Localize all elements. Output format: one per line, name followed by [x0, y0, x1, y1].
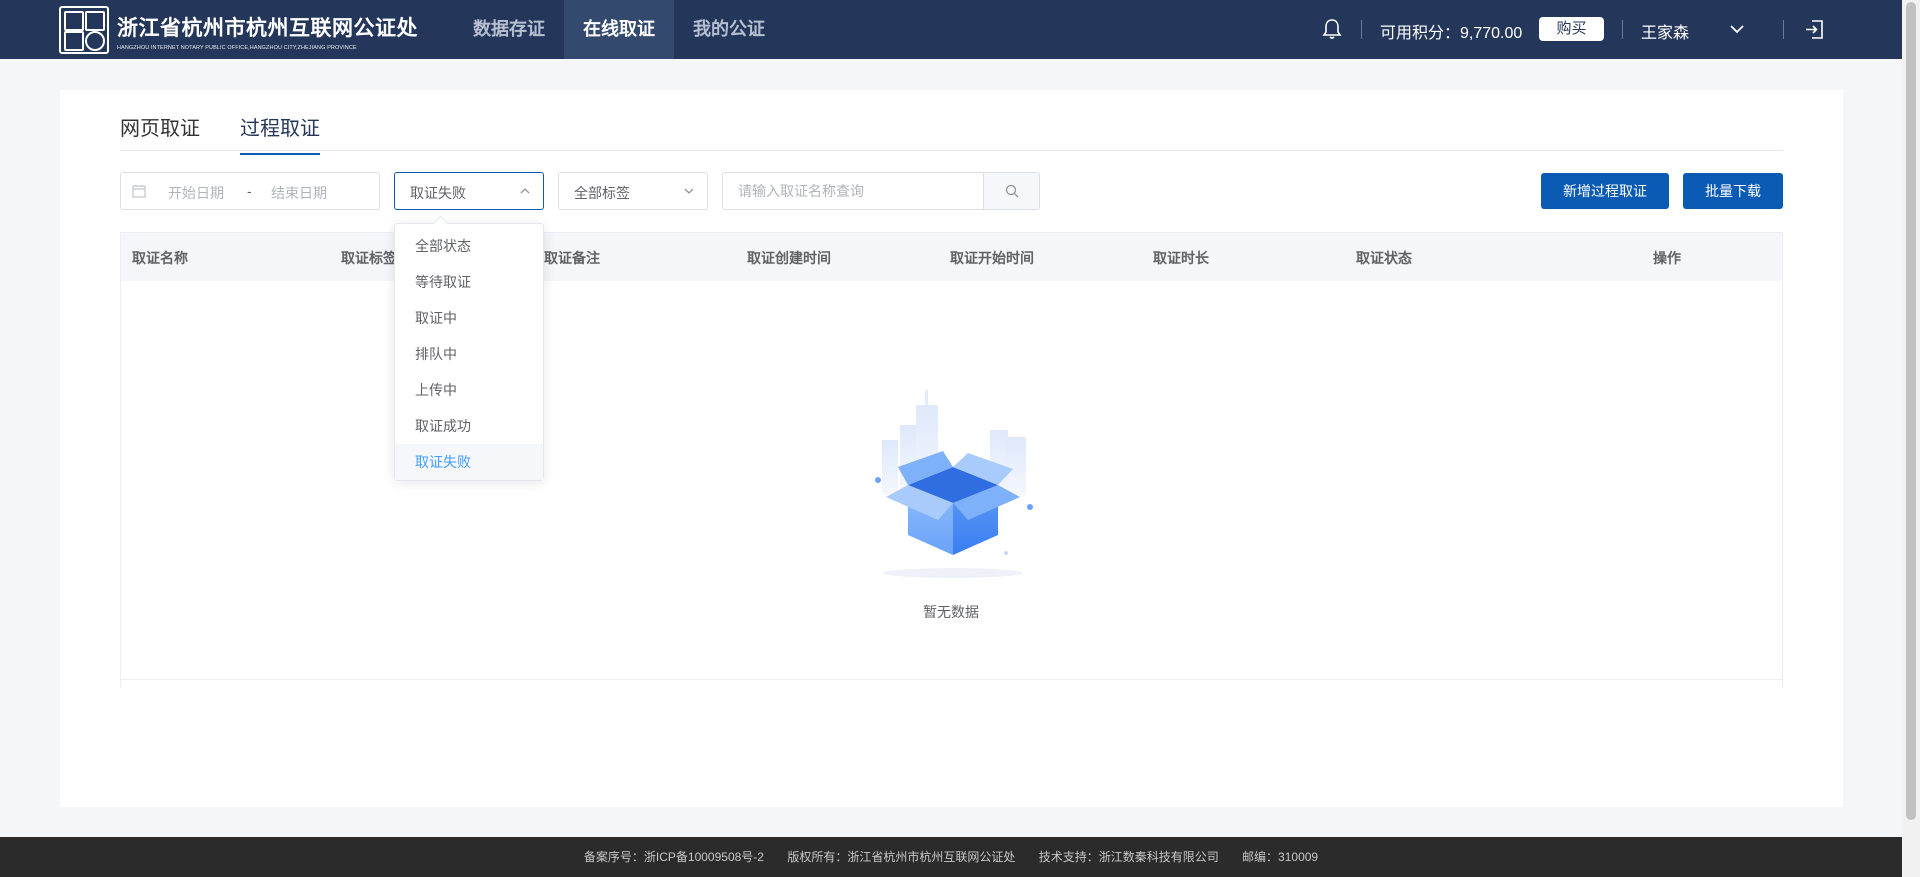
start-date-input[interactable]: 开始日期	[168, 183, 224, 203]
nav-online-evidence[interactable]: 在线取证	[564, 0, 674, 59]
chevron-down-icon	[684, 188, 694, 194]
date-separator: -	[247, 183, 252, 199]
calendar-icon	[132, 185, 146, 198]
status-option-selected[interactable]: 取证失败	[395, 444, 543, 480]
main-nav: 数据存证 在线取证 我的公证	[454, 0, 784, 59]
header-divider	[1622, 20, 1623, 39]
column-header: 取证开始时间	[950, 250, 1034, 266]
table-bottom-border	[121, 679, 1782, 680]
tag-select-value: 全部标签	[574, 185, 630, 201]
status-select-value: 取证失败	[410, 185, 466, 201]
search-button[interactable]	[983, 173, 1039, 209]
footer-postcode: 邮编：310009	[1242, 850, 1319, 864]
status-option[interactable]: 上传中	[395, 372, 543, 408]
column-header: 取证名称	[132, 250, 188, 266]
empty-state-text: 暂无数据	[923, 604, 979, 620]
column-header: 取证备注	[544, 250, 600, 266]
add-process-evidence-button[interactable]: 新增过程取证	[1541, 173, 1669, 209]
bell-icon[interactable]	[1322, 18, 1342, 40]
table-header: 取证名称 取证标签 取证备注 取证创建时间 取证开始时间 取证时长 取证状态 操…	[121, 233, 1782, 281]
tabs-divider	[120, 150, 1783, 151]
header-divider	[1361, 20, 1362, 39]
available-points: 可用积分：9,770.00	[1380, 25, 1523, 42]
search-input[interactable]	[723, 173, 983, 209]
column-header: 取证标签	[341, 250, 397, 266]
header-divider	[1783, 20, 1784, 39]
column-header: 取证创建时间	[747, 250, 831, 266]
footer-icp[interactable]: 备案序号：浙ICP备10009508号-2	[584, 850, 764, 864]
status-dropdown: 全部状态 等待取证 取证中 排队中 上传中 取证成功 取证失败	[394, 223, 544, 481]
end-date-input[interactable]: 结束日期	[271, 183, 327, 203]
chevron-down-icon[interactable]	[1728, 20, 1746, 38]
date-range-picker[interactable]: 开始日期 - 结束日期	[120, 172, 380, 210]
batch-download-button[interactable]: 批量下载	[1683, 173, 1783, 209]
page-footer: 备案序号：浙ICP备10009508号-2 版权所有：浙江省杭州市杭州互联网公证…	[0, 837, 1902, 877]
brand-subtitle: HANGZHOU INTERNET NOTARY PUBLIC OFFICE,H…	[117, 45, 357, 51]
brand: 浙江省杭州市杭州互联网公证处 HANGZHOU INTERNET NOTARY …	[117, 12, 418, 51]
tab-process-evidence[interactable]: 过程取证	[240, 112, 320, 155]
status-option[interactable]: 取证成功	[395, 408, 543, 444]
buy-button[interactable]: 购买	[1539, 17, 1604, 41]
column-header: 操作	[1653, 250, 1681, 266]
evidence-tabs: 网页取证 过程取证	[120, 112, 360, 155]
page-scrollbar[interactable]	[1902, 0, 1920, 877]
footer-copyright: 版权所有：浙江省杭州市杭州互联网公证处	[787, 850, 1016, 864]
brand-title: 浙江省杭州市杭州互联网公证处	[117, 16, 418, 40]
logout-icon[interactable]	[1804, 19, 1825, 40]
chevron-up-icon	[520, 188, 530, 194]
search-icon	[1005, 184, 1019, 198]
tag-select[interactable]: 全部标签	[558, 172, 708, 210]
status-option[interactable]: 等待取证	[395, 264, 543, 300]
status-select[interactable]: 取证失败	[394, 172, 544, 210]
status-option[interactable]: 全部状态	[395, 228, 543, 264]
notary-logo	[59, 6, 109, 54]
empty-box-illustration	[875, 390, 1033, 578]
column-header: 取证状态	[1356, 250, 1412, 266]
search-box	[722, 172, 1040, 210]
top-header: 浙江省杭州市杭州互联网公证处 HANGZHOU INTERNET NOTARY …	[0, 0, 1902, 59]
status-option[interactable]: 取证中	[395, 300, 543, 336]
user-name[interactable]: 王家森	[1641, 19, 1689, 43]
nav-my-notarization[interactable]: 我的公证	[674, 0, 784, 59]
status-option[interactable]: 排队中	[395, 336, 543, 372]
tab-web-evidence[interactable]: 网页取证	[120, 112, 200, 155]
scrollbar-thumb[interactable]	[1906, 2, 1916, 820]
column-header: 取证时长	[1153, 250, 1209, 266]
nav-data-storage[interactable]: 数据存证	[454, 0, 564, 59]
footer-support: 技术支持：浙江数秦科技有限公司	[1038, 850, 1219, 864]
